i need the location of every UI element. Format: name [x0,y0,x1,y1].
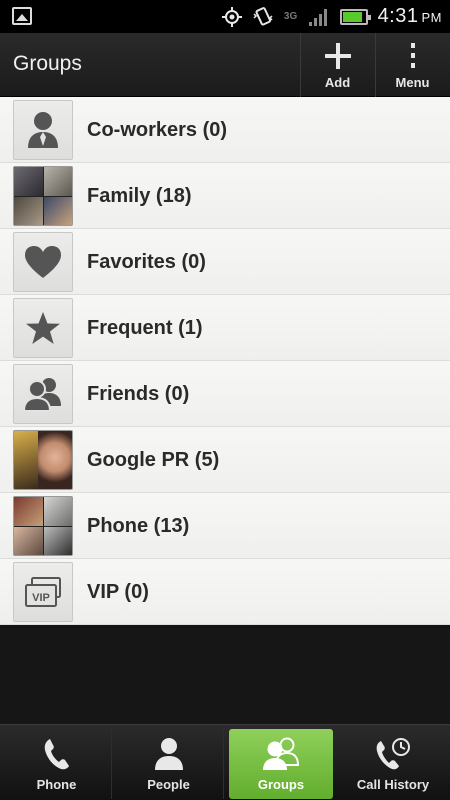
gps-icon [221,6,242,27]
empty-list-area [0,628,450,724]
group-item-frequent[interactable]: Frequent (1) [0,295,450,361]
tab-label: Phone [36,777,77,792]
group-name: Family (18) [87,185,192,207]
action-bar: Groups Add Menu [0,33,450,97]
svg-text:VIP: VIP [32,592,50,604]
group-thumbnail [13,232,73,292]
group-name: Frequent (1) [87,317,203,339]
call-history-icon [376,738,410,770]
group-thumbnail: VIP [13,562,73,622]
group-item-friends[interactable]: Friends (0) [0,361,450,427]
group-item-vip[interactable]: VIP VIP (0) [0,559,450,625]
star-icon [26,312,60,344]
clock: 4:31 PM [377,5,442,27]
tab-label: Groups [257,777,305,792]
people-icon [23,378,61,412]
tab-groups[interactable]: Groups [229,729,333,799]
group-item-phone[interactable]: Phone (13) [0,493,450,559]
group-item-co-workers[interactable]: Co-workers (0) [0,97,450,163]
bottom-tab-bar: Phone People Groups Call History [0,724,450,800]
menu-button-label: Menu [395,75,430,90]
group-name: VIP (0) [87,581,149,603]
tab-label: Call History [356,777,430,792]
tab-people[interactable]: People [114,729,224,799]
groups-list: Co-workers (0) Family (18) Favorites (0) [0,97,450,625]
tab-phone[interactable]: Phone [2,729,112,799]
add-group-button[interactable]: Add [300,33,374,97]
group-item-family[interactable]: Family (18) [0,163,450,229]
signal-strength-icon [308,8,327,26]
person-icon [28,112,58,148]
group-item-favorites[interactable]: Favorites (0) [0,229,450,295]
page-title: Groups [13,52,82,75]
group-name: Co-workers (0) [87,119,228,141]
group-name: Google PR (5) [87,449,220,471]
vip-cards-icon: VIP [25,577,61,607]
battery-icon [339,8,371,25]
overflow-menu-icon [410,43,415,68]
contacts-groups-screen: 3G 4:31 PM Groups Add Menu Co-workers (0… [0,0,450,800]
group-thumbnail [13,364,73,424]
phone-icon [44,739,69,770]
group-thumbnail [13,298,73,358]
network-type-indicator: 3G [283,10,298,22]
status-indicators: 3G 4:31 PM [221,0,442,33]
people-icon [263,737,300,770]
tab-label: People [147,777,190,792]
add-button-label: Add [324,75,351,90]
group-name: Friends (0) [87,383,190,405]
status-bar: 3G 4:31 PM [0,0,450,33]
group-name: Phone (13) [87,515,190,537]
tab-call-history[interactable]: Call History [338,729,448,799]
plus-icon [324,43,351,69]
heart-icon [25,246,61,278]
group-photo-mosaic [13,496,73,556]
person-icon [154,738,183,770]
vibrate-icon [253,6,273,26]
menu-button[interactable]: Menu [375,33,449,97]
group-thumbnail [13,100,73,160]
gallery-notification-icon [12,7,32,25]
group-photo-mosaic [13,430,73,490]
group-item-google-pr[interactable]: Google PR (5) [0,427,450,493]
group-name: Favorites (0) [87,251,206,273]
group-photo-mosaic [13,166,73,226]
